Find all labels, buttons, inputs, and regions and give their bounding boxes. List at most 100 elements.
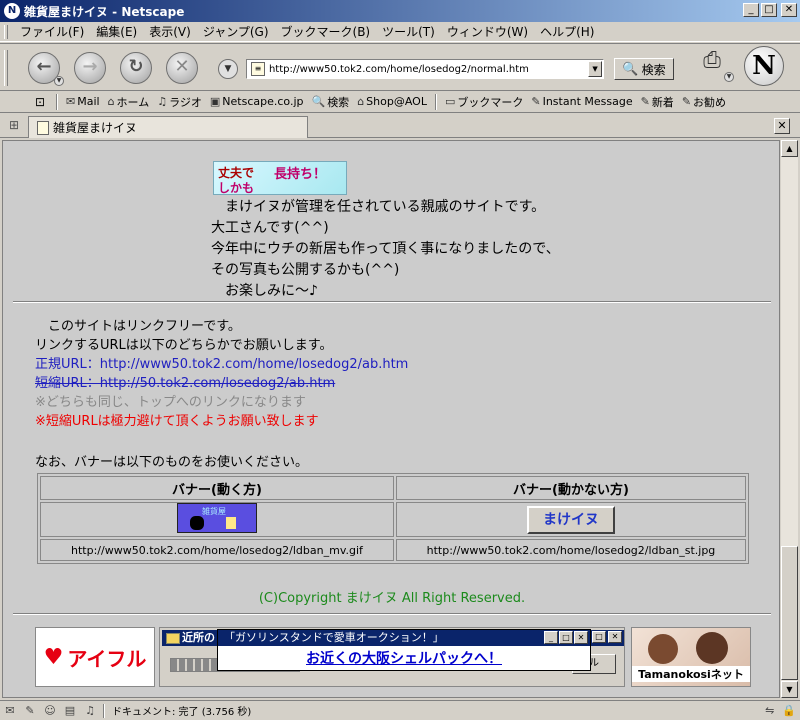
search-button[interactable]: 🔍 検索 [614,58,674,80]
back-dropdown-icon[interactable]: ▼ [54,76,64,86]
aiful-ad-banner[interactable]: ♥ アイフル [35,627,155,687]
popup-minimize-icon[interactable]: _ [544,631,558,644]
search-button-label: 検索 [641,62,666,77]
tab-bar-icon[interactable]: ⊡ [28,95,52,109]
status-address-book-icon[interactable]: ▤ [60,704,80,717]
reload-button[interactable]: ↻ [120,52,152,84]
menu-edit[interactable]: 編集(E) [90,23,143,40]
home-icon: ⌂ [107,95,115,108]
status-mail-icon[interactable]: ✉ [0,704,20,717]
security-lock-icon[interactable]: 🔒 [782,704,796,717]
mid-ad-close-icon[interactable]: ✕ [608,631,622,643]
pt-shop-aol[interactable]: ⌂ Shop@AOL [353,95,431,108]
popup-close-icon[interactable]: ✕ [574,631,588,644]
status-bar: ✉ ✎ ☺ ▤ ♫ ドキュメント: 完了 (3.756 秒) ⇋ 🔒 [0,700,800,720]
pt-shop-label: Shop@AOL [366,95,427,108]
url-dropdown-icon[interactable]: ▼ [588,61,602,77]
banner-text-2: 長持ち！ [274,167,327,182]
url-input[interactable] [268,63,589,75]
status-aim-icon[interactable]: ☺ [40,704,60,717]
pt-im-label: Instant Message [542,95,633,108]
connection-icon: ⇋ [765,704,775,717]
divider [13,613,771,615]
menu-view[interactable]: 表示(V) [143,23,197,40]
menu-file[interactable]: ファイル(F) [14,23,90,40]
netscape-app-icon[interactable]: N [4,3,20,19]
magnifier-icon: 🔍 [622,61,639,77]
intro-line: その写真も公開するかも(^^) [211,262,400,278]
forward-button[interactable]: → [74,52,106,84]
shop-icon: ⌂ [357,95,365,108]
pt-bookmarks-label: ブックマーク [457,95,524,109]
banner-figure [225,517,236,529]
status-composer-icon[interactable]: ✎ [20,704,40,717]
short-url-link[interactable]: 短縮URL：http://50.tok2.com/losedog2/ab.htm [35,374,408,393]
popup-title: 「ガソリンスタンドで愛車オークション！」 [218,630,590,646]
folder-icon [166,633,180,644]
intro-text: まけイヌが管理を任されている親戚のサイトです。 大工さんです(^^) 今年中にウ… [211,197,560,302]
pt-home[interactable]: ⌂ ホーム [104,94,154,110]
pt-search[interactable]: 🔍 検索 [307,94,353,110]
menu-help[interactable]: ヘルプ(H) [534,23,600,40]
pt-new-label: 新着 [651,95,674,109]
pt-mail[interactable]: ✉ Mail [62,95,104,108]
pt-radio[interactable]: ♫ ラジオ [153,94,206,110]
menu-grip[interactable] [4,24,8,39]
popup-link[interactable]: お近くの大阪シェルパックへ！ [218,648,590,668]
moving-banner-cell: 雑貨屋 [40,502,394,537]
moving-banner-image[interactable]: 雑貨屋 [176,503,257,533]
top-banner-image: 丈夫で 長持ち！ しかも [213,161,347,195]
normal-url-link[interactable]: 正規URL：http://www50.tok2.com/home/losedog… [35,355,408,374]
print-dropdown-icon[interactable]: ▼ [724,72,734,82]
pt-instant-message[interactable]: ✎ Instant Message [527,95,636,108]
status-radio-icon[interactable]: ♫ [80,704,100,717]
close-tab-button[interactable]: ✕ [774,118,790,134]
pt-netscape-label: Netscape.co.jp [222,95,304,108]
link-free-text: このサイトはリンクフリーです。 [35,319,241,334]
url-bar[interactable]: ≡ ▼ [246,59,604,79]
menu-bookmarks[interactable]: ブックマーク(B) [275,23,377,40]
minimize-button[interactable]: _ [743,3,759,17]
mid-ad-maximize-icon[interactable]: □ [592,631,606,643]
pt-radio-label: ラジオ [169,95,202,109]
vertical-scrollbar[interactable]: ▲ ▼ [781,140,798,698]
bookmark-icon: ✎ [531,95,541,108]
scrollbar-thumb[interactable] [781,546,798,680]
nav-grip[interactable] [4,50,8,86]
status-right-icons: ⇋ 🔒 [765,704,796,717]
popup-ad[interactable]: 「ガソリンスタンドで愛車オークション！」 _ □ ✕ お近くの大阪シェルパックへ… [217,629,591,671]
still-banner-cell: まけイヌ [395,502,746,537]
bookmark-icon: ✎ [681,95,692,108]
url-history-dropdown-icon[interactable]: ▼ [218,59,238,79]
pt-bookmarks[interactable]: ▭ ブックマーク [441,94,527,110]
note-avoid-text: ※短縮URLは極力避けて頂くようお願い致します [35,414,319,429]
bookmarks-folder-icon: ▭ [444,95,456,108]
portrait-image [648,634,678,664]
still-banner-image[interactable]: まけイヌ [526,505,615,534]
pt-recommend[interactable]: ✎ お勧め [678,94,730,110]
tamanokosi-ad-banner[interactable]: Tamanokosiネット [631,627,751,687]
maximize-button[interactable]: □ [761,3,777,17]
banner-note-text: なお、バナーは以下のものをお使いください。 [35,455,309,470]
close-window-button[interactable]: ✕ [781,3,797,17]
pt-new[interactable]: ✎ 新着 [637,94,678,110]
menu-window[interactable]: ウィンドウ(W) [441,23,534,40]
tab-bar: ⊞ 雑貨屋まけイヌ ✕ [0,114,800,138]
intro-line: 大工さんです(^^) [211,220,329,236]
page-content: 丈夫で 長持ち！ しかも まけイヌが管理を任されている親戚のサイトです。 大工さ… [2,140,780,698]
tab-active[interactable]: 雑貨屋まけイヌ [28,116,308,138]
netscape-logo-icon[interactable]: N [744,46,784,86]
stop-button[interactable]: ✕ [166,52,198,84]
pt-recommend-label: お勧め [693,95,727,109]
scroll-down-icon[interactable]: ▼ [781,681,798,698]
print-icon[interactable]: ⎙ [696,48,728,78]
new-tab-icon[interactable]: ⊞ [6,118,22,134]
menu-tools[interactable]: ツール(T) [376,23,441,40]
pt-search-label: 検索 [327,95,350,109]
menu-go[interactable]: ジャンプ(G) [197,23,275,40]
mid-ad-title-text: 近所の [182,631,215,644]
scroll-up-icon[interactable]: ▲ [781,140,798,157]
popup-maximize-icon[interactable]: □ [559,631,573,644]
copyright-text: (C)Copyright まけイヌ All Right Reserved. [258,591,526,606]
pt-netscape[interactable]: ▣ Netscape.co.jp [206,95,308,108]
